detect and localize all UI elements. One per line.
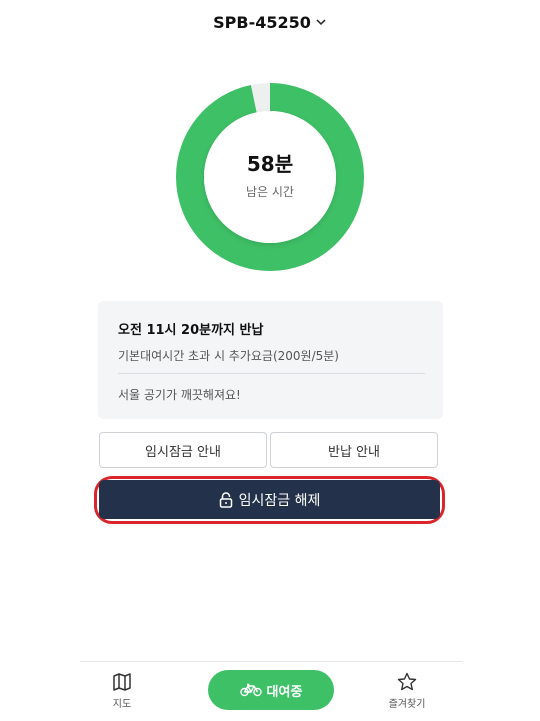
unlock-icon bbox=[219, 491, 232, 508]
unlock-button[interactable]: 임시잠금 해제 bbox=[99, 480, 440, 519]
nav-map[interactable]: 지도 bbox=[102, 672, 142, 710]
return-deadline: 오전 11시 20분까지 반납 bbox=[118, 323, 264, 338]
bicycle-icon bbox=[239, 683, 262, 697]
nav-map-label: 지도 bbox=[112, 699, 132, 710]
return-info-card: 오전 11시 20분까지 반납 기본대여시간 초과 시 추가요금(200원/5분… bbox=[98, 301, 443, 419]
header: SPB-45250 bbox=[0, 10, 540, 34]
card-divider bbox=[118, 373, 425, 374]
bike-id: SPB-45250 bbox=[213, 12, 311, 32]
map-icon bbox=[113, 673, 131, 691]
nav-renting-button[interactable]: 대여중 bbox=[208, 670, 334, 710]
unlock-label: 임시잠금 해제 bbox=[238, 492, 321, 509]
nav-favorites-label: 즐겨찾기 bbox=[388, 699, 426, 710]
nav-renting-label: 대여중 bbox=[266, 684, 303, 700]
return-guide-button[interactable]: 반납 안내 bbox=[270, 432, 438, 468]
nav-favorites[interactable]: 즐겨찾기 bbox=[382, 672, 432, 710]
eco-message: 서울 공기가 깨끗해져요! bbox=[118, 388, 241, 402]
bottom-nav: 지도 대여중 즐겨찾기 bbox=[80, 661, 462, 721]
remaining-minutes: 58분 bbox=[246, 152, 294, 176]
bike-selector[interactable]: SPB-45250 bbox=[213, 13, 327, 32]
remaining-label: 남은 시간 bbox=[246, 185, 294, 199]
extra-fee-note: 기본대여시간 초과 시 추가요금(200원/5분) bbox=[118, 349, 339, 363]
ring-center: 58분 남은 시간 bbox=[175, 82, 365, 272]
lock-guide-button[interactable]: 임시잠금 안내 bbox=[99, 432, 267, 468]
chevron-down-icon bbox=[316, 19, 326, 26]
star-icon bbox=[397, 672, 417, 691]
remaining-time-ring: 58분 남은 시간 bbox=[175, 82, 365, 272]
